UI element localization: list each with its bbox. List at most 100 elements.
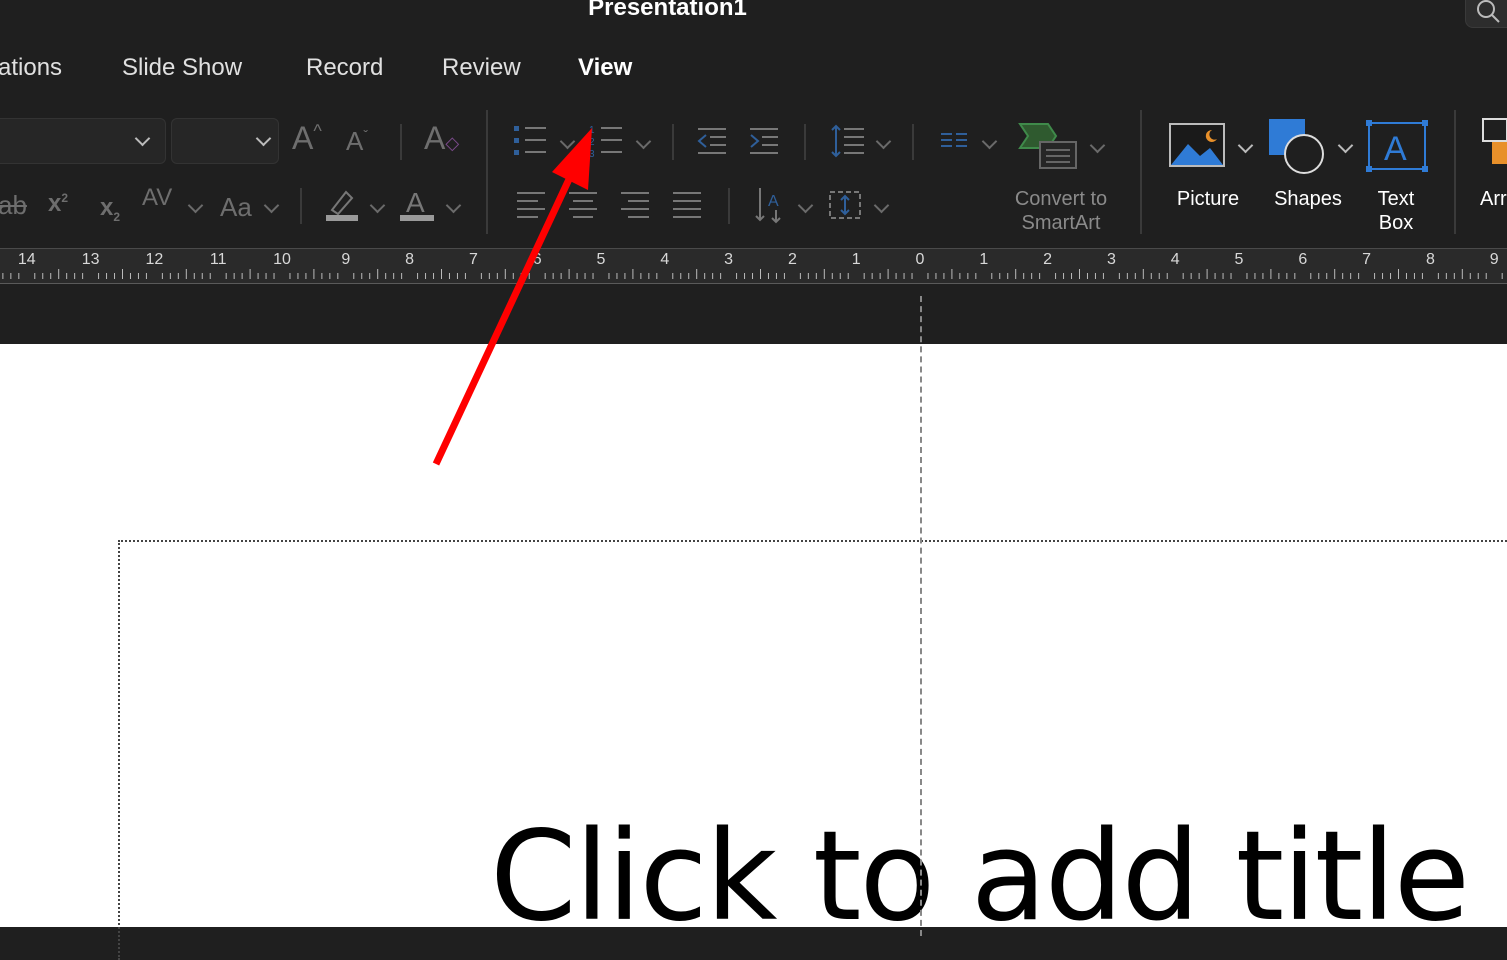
ruler-label: 4 [1169, 251, 1181, 269]
shapes-label: Shapes [1274, 188, 1342, 210]
tab-animations[interactable]: ations [0, 54, 62, 82]
text-box-label-line1: Text [1377, 188, 1415, 210]
tab-review[interactable]: Review [442, 54, 521, 82]
chevron-down-icon[interactable] [797, 197, 814, 214]
ruler-label: 6 [1297, 251, 1309, 269]
ruler-label: 7 [1361, 251, 1373, 269]
font-name-combo[interactable] [0, 118, 166, 164]
svg-text:A: A [1384, 130, 1407, 168]
svg-text:1: 1 [589, 125, 595, 136]
ruler-label: 8 [404, 251, 416, 269]
ruler-label: 13 [80, 251, 101, 269]
ruler-label: 6 [531, 251, 543, 269]
separator [486, 110, 488, 234]
ruler-label: 3 [723, 251, 735, 269]
horizontal-ruler[interactable]: 14 13 12 11 10 9 8 7 6 5 4 3 2 1 0 1 2 3 4 5 6 7 8 9 [0, 248, 1507, 285]
title-bar: Presentation1 [0, 0, 1507, 40]
svg-text:A: A [768, 193, 779, 210]
strikethrough-icon[interactable]: ab [0, 192, 27, 218]
tab-record[interactable]: Record [306, 54, 383, 82]
text-box-icon: A [1366, 120, 1428, 177]
svg-text:2: 2 [589, 137, 595, 148]
align-text-icon[interactable] [828, 188, 862, 227]
ruler-label: 1 [978, 251, 990, 269]
picture-icon [1168, 122, 1226, 173]
ruler-label: 9 [1488, 251, 1500, 269]
text-direction-icon[interactable]: A [754, 186, 788, 229]
ruler-label: 7 [467, 251, 479, 269]
decrease-font-size-icon[interactable]: Aˇ [346, 128, 368, 154]
separator [1454, 110, 1456, 234]
title-placeholder-text[interactable]: Click to add title [490, 805, 1470, 949]
chevron-down-icon[interactable] [445, 197, 462, 214]
ruler-label: 2 [1042, 251, 1054, 269]
chevron-down-icon[interactable] [263, 197, 280, 214]
separator [804, 124, 806, 160]
character-spacing-icon[interactable]: AV [142, 186, 172, 210]
svg-text:3: 3 [589, 149, 595, 158]
align-left-icon[interactable] [516, 190, 546, 225]
smartart-icon [1018, 122, 1078, 175]
ruler-label: 3 [1105, 251, 1117, 269]
convert-smartart-label-line1: Convert to [1014, 188, 1108, 210]
picture-label: Picture [1176, 188, 1240, 210]
align-right-icon[interactable] [620, 190, 650, 225]
ruler-label: 4 [659, 251, 671, 269]
decrease-indent-icon[interactable] [696, 126, 728, 161]
numbering-icon[interactable]: 123 [588, 124, 624, 163]
line-spacing-icon[interactable] [830, 124, 866, 163]
ruler-label: 8 [1424, 251, 1436, 269]
ruler-label: 1 [850, 251, 862, 269]
font-size-combo[interactable] [171, 118, 279, 164]
tab-slide-show[interactable]: Slide Show [122, 54, 242, 82]
ruler-label: 14 [16, 251, 37, 269]
ruler-label: 2 [786, 251, 798, 269]
ruler-label: 12 [144, 251, 165, 269]
chevron-down-icon[interactable] [873, 197, 890, 214]
shapes-icon [1268, 118, 1328, 181]
center-guide [920, 296, 922, 936]
justify-icon[interactable] [672, 190, 702, 225]
ruler-label: 11 [208, 251, 228, 269]
ruler-label: 5 [595, 251, 607, 269]
superscript-icon[interactable]: x2 [48, 192, 68, 216]
chevron-down-icon[interactable] [559, 133, 576, 150]
arrange-icon [1482, 118, 1507, 173]
subscript-icon[interactable]: x2 [100, 196, 120, 223]
separator [672, 124, 674, 160]
chevron-down-icon[interactable] [1089, 137, 1106, 154]
change-case-icon[interactable]: Aa [220, 194, 252, 220]
chevron-down-icon[interactable] [1237, 137, 1254, 154]
clear-formatting-icon[interactable]: A◇ [424, 122, 459, 154]
convert-smartart-label-line2: SmartArt [1021, 212, 1101, 234]
window-title: Presentation1 [588, 0, 747, 21]
search-button[interactable] [1465, 0, 1507, 28]
chevron-down-icon[interactable] [875, 133, 892, 150]
ribbon-toolbar: A^ Aˇ A◇ ab x2 x2 AV Aa A 123 A Convert … [0, 100, 1507, 248]
chevron-down-icon [255, 130, 272, 147]
chevron-down-icon[interactable] [1337, 137, 1354, 154]
canvas-background [0, 284, 1507, 344]
increase-indent-icon[interactable] [748, 126, 780, 161]
columns-icon[interactable] [940, 130, 968, 155]
increase-font-size-icon[interactable]: A^ [292, 122, 322, 154]
text-box-label-line2: Box [1378, 212, 1414, 234]
align-center-icon[interactable] [568, 190, 598, 225]
font-color-icon[interactable]: A [400, 186, 436, 227]
arrange-label: Arr [1480, 188, 1507, 210]
chevron-down-icon[interactable] [635, 133, 652, 150]
tab-view[interactable]: View [578, 54, 632, 82]
separator [728, 188, 730, 224]
chevron-down-icon [134, 130, 151, 147]
highlight-color-icon[interactable] [324, 186, 360, 227]
chevron-down-icon[interactable] [369, 197, 386, 214]
search-icon [1477, 0, 1500, 23]
separator [1140, 110, 1142, 234]
chevron-down-icon[interactable] [187, 197, 204, 214]
chevron-down-icon[interactable] [981, 133, 998, 150]
bullets-icon[interactable] [512, 124, 548, 163]
ruler-label: 0 [914, 251, 926, 269]
ruler-label: 5 [1233, 251, 1245, 269]
ribbon-tabs: ations Slide Show Record Review View [0, 40, 1507, 100]
svg-text:A: A [406, 187, 425, 218]
